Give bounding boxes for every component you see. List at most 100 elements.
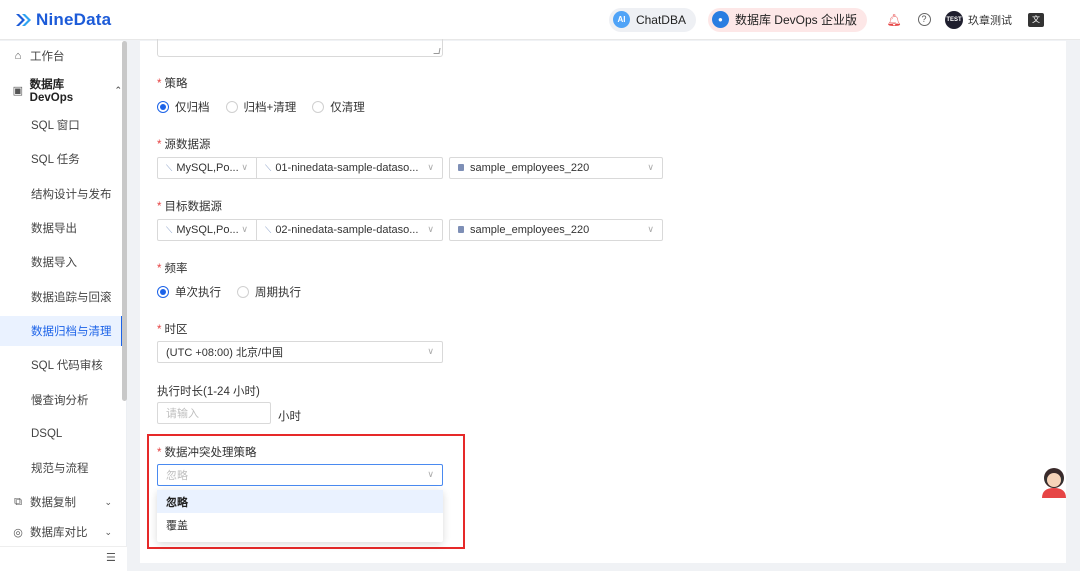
- database-icon: [458, 226, 464, 233]
- notification-bell-icon[interactable]: 🔔︎: [886, 12, 902, 28]
- sidebar-item-label: 工作台: [30, 51, 65, 63]
- sidebar-item-label: SQL 代码审核: [31, 360, 103, 372]
- sidebar-item-label: 数据复制: [30, 497, 76, 509]
- assistant-avatar-icon[interactable]: [1040, 466, 1068, 498]
- sidebar-item-sql-task[interactable]: SQL 任务: [0, 144, 122, 174]
- sidebar-item-workbench[interactable]: ⌂ 工作台: [0, 41, 122, 71]
- sidebar-item-label: 数据归档与清理: [31, 326, 112, 338]
- chevron-up-icon: ⌃: [114, 84, 122, 95]
- top-header: NineData AI ChatDBA ● 数据库 DevOps 企业版 🔔︎ …: [0, 0, 1080, 40]
- radio-dot: [157, 101, 169, 113]
- radio-dot: [237, 286, 249, 298]
- devops-edition-button[interactable]: ● 数据库 DevOps 企业版: [707, 7, 867, 32]
- sidebar-item-label: 数据库对比: [30, 527, 88, 539]
- radio-archive-cleanup[interactable]: 归档+清理: [225, 99, 296, 115]
- chevron-down-icon: ∨: [241, 224, 248, 234]
- chevron-down-icon: ∨: [647, 162, 654, 172]
- target-database-select[interactable]: sample_employees_220 ∨: [449, 219, 663, 241]
- chevron-down-icon: ⌄: [104, 526, 112, 537]
- chatdba-button[interactable]: AI ChatDBA: [608, 7, 696, 32]
- duration-unit: 小时: [278, 411, 301, 423]
- conflict-strategy-dropdown: 忽略 覆盖: [157, 490, 443, 542]
- sidebar-item-label: 数据导入: [31, 257, 77, 269]
- monitor-icon: ▣: [12, 84, 24, 97]
- ai-icon: AI: [612, 11, 630, 28]
- main-form-panel: * 策略 仅归档 归档+清理 仅清理 * 源数据源 ⟍ MySQL,Po... ∨ ⟍…: [140, 39, 1066, 563]
- source-datasource-select[interactable]: ⟍ 01-ninedata-sample-dataso... ∨: [257, 157, 443, 179]
- radio-dot: [225, 101, 238, 113]
- chevron-down-icon: ∨: [427, 469, 434, 479]
- sidebar-footer: ☰: [0, 546, 127, 571]
- radio-archive-only[interactable]: 仅归档: [157, 99, 210, 115]
- radio-cleanup-only[interactable]: 仅清理: [312, 99, 365, 115]
- sidebar-item-data-tracking[interactable]: 数据追踪与回滚: [0, 282, 122, 312]
- sidebar-item-slow-query[interactable]: 慢查询分析: [0, 385, 122, 415]
- source-datasource-label: * 源数据源: [157, 139, 211, 151]
- sidebar-item-schema-design[interactable]: 结构设计与发布: [0, 179, 122, 209]
- frequency-label: * 频率: [157, 263, 188, 275]
- sidebar-item-devops[interactable]: ▣ 数据库 DevOps ⌃: [0, 75, 122, 105]
- home-icon: ⌂: [14, 50, 22, 62]
- radio-dot: [157, 286, 169, 298]
- ninedata-logo-icon: [14, 11, 32, 29]
- sidebar-item-label: 慢查询分析: [31, 395, 89, 407]
- chevron-down-icon: ⌄: [104, 496, 112, 507]
- ninedata-logo[interactable]: NineData: [14, 10, 111, 30]
- conflict-strategy-select[interactable]: 忽略 ∨: [157, 464, 443, 486]
- sidebar-item-label: SQL 任务: [31, 154, 80, 166]
- username[interactable]: 玖章测试: [968, 12, 1012, 28]
- replication-icon: ⧉: [14, 495, 22, 508]
- collapse-menu-icon[interactable]: ☰: [106, 552, 118, 564]
- sidebar-item-standards[interactable]: 规范与流程: [0, 453, 122, 483]
- target-datasource-select[interactable]: ⟍ 02-ninedata-sample-dataso... ∨: [257, 219, 443, 241]
- radio-single-run[interactable]: 单次执行: [157, 284, 221, 300]
- duration-input[interactable]: 请输入: [157, 402, 271, 424]
- datasource-type-icon: ⟍: [166, 163, 173, 173]
- logo-text: NineData: [36, 9, 112, 29]
- avatar[interactable]: TEST: [945, 10, 963, 29]
- frequency-radio-group: 单次执行 周期执行: [157, 284, 317, 300]
- sidebar-item-replication[interactable]: ⧉ 数据复制 ⌄: [0, 487, 122, 517]
- dropdown-option-ignore[interactable]: 忽略: [157, 490, 443, 513]
- sidebar-item-label: DSQL: [31, 428, 63, 440]
- language-switch-icon[interactable]: 文: [1028, 12, 1044, 27]
- help-icon: ?: [917, 13, 931, 26]
- sidebar-item-data-import[interactable]: 数据导入: [0, 247, 122, 277]
- chevron-down-icon: ∨: [427, 224, 434, 234]
- datasource-icon: ⟍: [265, 163, 272, 173]
- sidebar-item-label: 规范与流程: [31, 463, 89, 475]
- datasource-icon: ⟍: [265, 225, 272, 235]
- database-icon: [458, 164, 464, 171]
- sidebar-item-archive-cleanup[interactable]: 数据归档与清理: [0, 316, 124, 346]
- conflict-strategy-label: * 数据冲突处理策略: [157, 447, 257, 459]
- chevron-down-icon: ∨: [427, 346, 434, 356]
- timezone-select[interactable]: (UTC +08:00) 北京/中国 ∨: [157, 341, 443, 363]
- sidebar-item-label: SQL 窗口: [31, 120, 80, 132]
- globe-icon: ●: [711, 11, 729, 28]
- description-textarea[interactable]: [157, 39, 443, 57]
- chevron-down-icon: ∨: [647, 224, 654, 234]
- sidebar-item-compare[interactable]: ◎ 数据库对比 ⌄: [0, 520, 122, 544]
- compare-icon: ◎: [13, 526, 23, 539]
- sidebar-scrollbar[interactable]: [122, 41, 127, 401]
- chevron-down-icon: ∨: [241, 162, 248, 172]
- sidebar-item-data-export[interactable]: 数据导出: [0, 213, 122, 243]
- target-type-select[interactable]: ⟍ MySQL,Po... ∨: [157, 219, 257, 241]
- source-type-select[interactable]: ⟍ MySQL,Po... ∨: [157, 157, 257, 179]
- sidebar-item-label: 数据导出: [31, 223, 77, 235]
- duration-label: 执行时长(1-24 小时): [157, 386, 260, 398]
- sidebar-item-sql-review[interactable]: SQL 代码审核: [0, 350, 122, 380]
- sidebar-item-label: 数据库 DevOps: [29, 79, 74, 104]
- help-button[interactable]: ?: [916, 12, 932, 28]
- radio-dot: [312, 101, 325, 113]
- sidebar-item-sql-window[interactable]: SQL 窗口: [0, 110, 122, 140]
- source-database-select[interactable]: sample_employees_220 ∨: [449, 157, 663, 179]
- radio-periodic-run[interactable]: 周期执行: [237, 284, 301, 300]
- chevron-down-icon: ∨: [427, 162, 434, 172]
- devops-edition-label: 数据库 DevOps 企业版: [734, 13, 857, 27]
- dropdown-option-overwrite[interactable]: 覆盖: [157, 513, 443, 536]
- sidebar-item-label: 数据追踪与回滚: [31, 292, 112, 304]
- target-datasource-label: * 目标数据源: [157, 201, 222, 213]
- sidebar-item-dsql[interactable]: DSQL: [0, 419, 122, 449]
- sidebar: ⌂ 工作台 ▣ 数据库 DevOps ⌃ SQL 窗口 SQL 任务 结构设计与…: [0, 41, 127, 571]
